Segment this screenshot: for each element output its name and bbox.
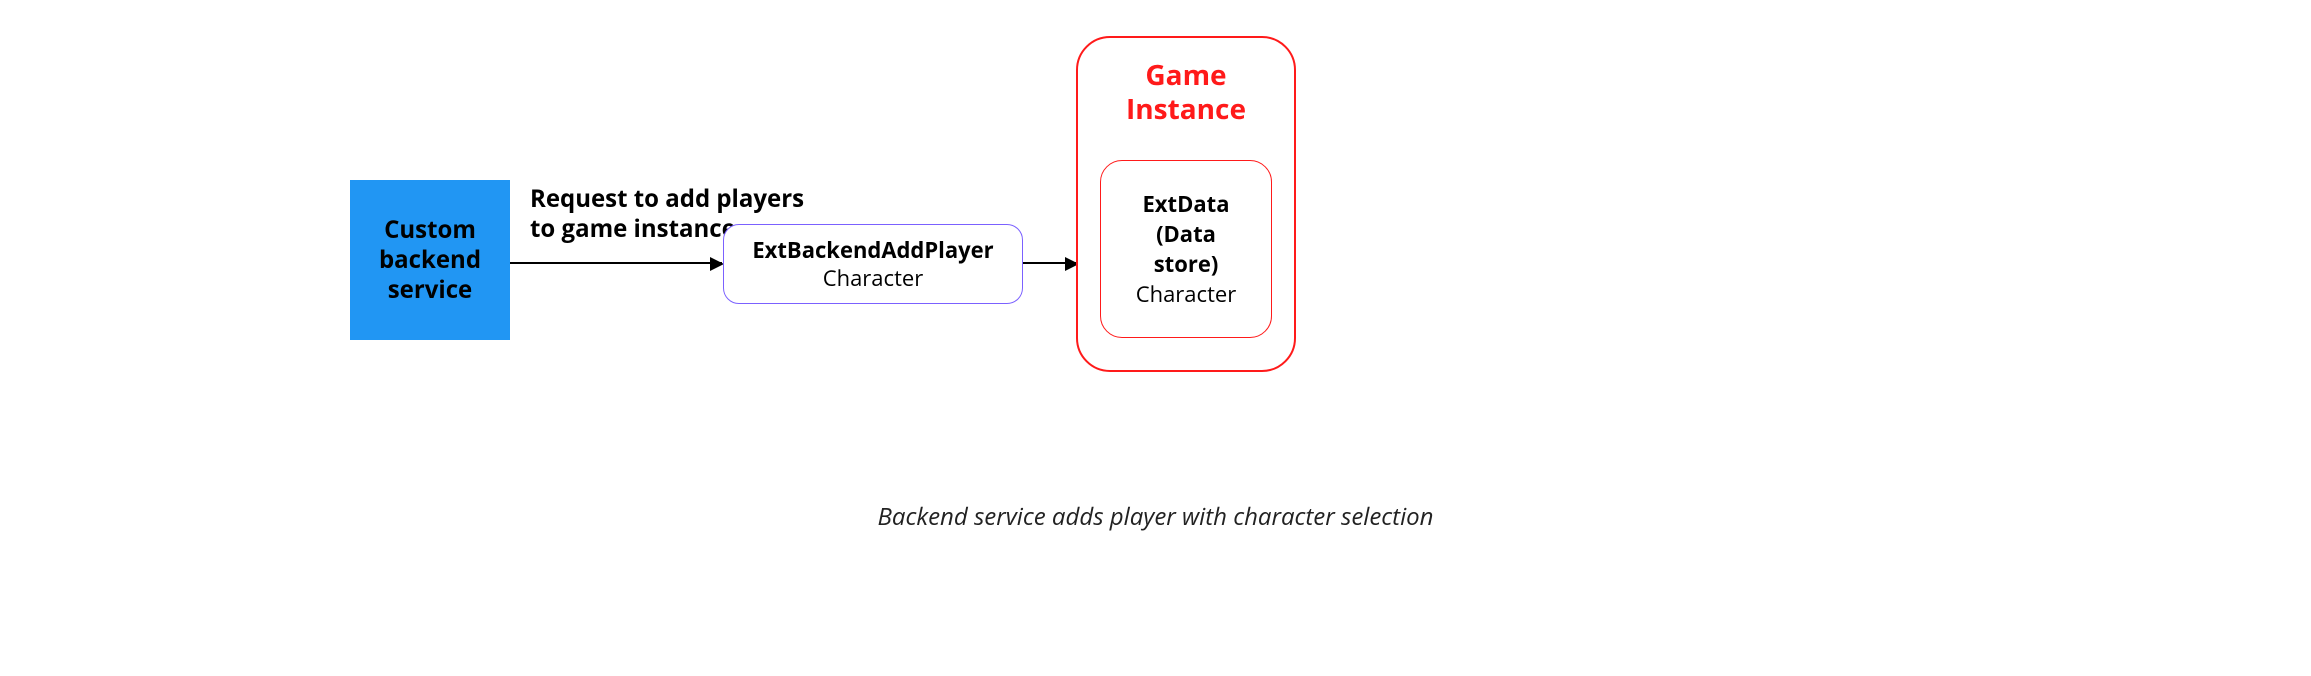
arrow-label-line1: Request to add players: [530, 182, 804, 215]
extdata-line4: Character: [1136, 279, 1237, 309]
game-instance-title: Game Instance: [1126, 58, 1246, 126]
extdata-line2: (Data: [1156, 219, 1216, 249]
extdata-line3: store): [1154, 249, 1219, 279]
backend-service-label-line1: Custom: [384, 215, 476, 245]
arrow-backend-to-middle: [510, 262, 722, 264]
arrow-middle-to-instance: [1023, 262, 1077, 264]
diagram-stage: Custom backend service Request to add pl…: [0, 0, 2311, 676]
ext-backend-add-player-box: ExtBackendAddPlayer Character: [723, 224, 1023, 304]
backend-service-box: Custom backend service: [350, 180, 510, 340]
backend-service-label-line2: backend: [379, 245, 481, 275]
backend-service-label-line3: service: [388, 275, 473, 305]
middle-box-title: ExtBackendAddPlayer: [752, 236, 993, 264]
game-instance-title-line1: Game: [1145, 56, 1226, 94]
diagram-caption: Backend service adds player with charact…: [0, 500, 2311, 533]
game-instance-title-line2: Instance: [1126, 90, 1246, 128]
extdata-line1: ExtData: [1142, 189, 1229, 219]
arrow-label-line2: to game instance: [530, 212, 736, 245]
middle-box-subtitle: Character: [823, 264, 924, 292]
ext-data-box: ExtData (Data store) Character: [1100, 160, 1272, 338]
